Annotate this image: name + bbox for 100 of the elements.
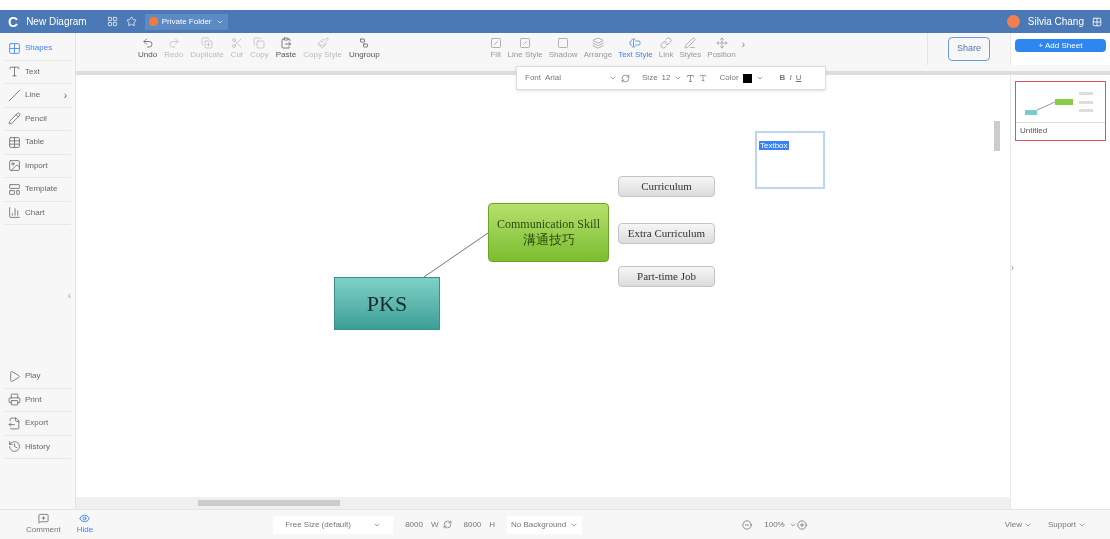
pencil-icon xyxy=(8,112,21,126)
clipboard-icon xyxy=(280,37,292,49)
subtopic-node: Part-time Job xyxy=(618,266,715,287)
bold-button[interactable]: B xyxy=(779,72,786,84)
logo[interactable]: C xyxy=(8,14,19,29)
caret-icon xyxy=(674,74,683,82)
toolbar-button[interactable]: Shadow xyxy=(548,37,578,61)
text-box[interactable]: Textbox xyxy=(755,131,825,189)
height-field[interactable]: 8000 xyxy=(463,518,482,531)
history-icon xyxy=(8,440,21,454)
shapes-icon xyxy=(8,41,21,55)
text-icon xyxy=(8,65,21,79)
pen-icon xyxy=(684,37,697,49)
width-label: W xyxy=(430,518,439,531)
support-menu[interactable]: Support xyxy=(1047,518,1086,531)
copy-icon xyxy=(253,37,266,49)
underline-button[interactable]: U xyxy=(795,72,802,84)
bar-chart-icon xyxy=(8,206,21,220)
sidebar-item[interactable]: Template xyxy=(4,178,71,202)
sidebar-item[interactable]: Pencil xyxy=(4,107,71,131)
italic-button[interactable]: I xyxy=(789,72,792,84)
sidebar-item[interactable]: Text xyxy=(4,60,71,84)
size-select[interactable]: Free Size (default) xyxy=(273,515,394,534)
folder-icon xyxy=(148,17,158,26)
table-icon xyxy=(8,135,21,149)
toolbar-button[interactable]: Undo xyxy=(138,37,158,61)
scissors-icon xyxy=(230,37,243,49)
node-subtitle: 溝通技巧 xyxy=(522,231,575,249)
caret-icon xyxy=(755,74,764,82)
sidebar-item[interactable]: Shapes xyxy=(4,37,71,61)
width-field[interactable]: 8000 xyxy=(405,518,423,531)
selected-text: Textbox xyxy=(759,141,789,150)
toolbar-button[interactable]: Ungroup xyxy=(348,37,380,61)
sidebar-item[interactable]: Play xyxy=(4,365,71,389)
zoom-out-icon[interactable] xyxy=(742,519,753,530)
sidebar-item[interactable]: Chart xyxy=(4,201,71,225)
share-button[interactable]: Share xyxy=(947,37,990,61)
toolbar-button[interactable]: Link xyxy=(658,37,674,61)
toolbar-button[interactable]: Line Style xyxy=(507,37,543,61)
sidebar-item[interactable]: Table xyxy=(4,131,71,155)
comment-icon xyxy=(37,513,49,524)
toolbar-button[interactable]: Paste xyxy=(275,37,297,61)
node-title: Communication Skill xyxy=(497,216,600,232)
font-label: Font xyxy=(525,72,541,84)
undo-icon xyxy=(141,37,154,49)
line-style-icon xyxy=(519,37,532,49)
background-select[interactable]: No Background xyxy=(507,515,583,534)
root-node: PKS xyxy=(334,277,440,330)
sidebar-item[interactable]: Import xyxy=(4,154,71,178)
submenu-arrow: › xyxy=(63,88,67,103)
play-icon xyxy=(8,369,21,383)
layers-icon xyxy=(591,37,604,49)
font-select[interactable]: Arial xyxy=(545,72,605,84)
sidebar-item[interactable]: Print xyxy=(4,388,71,412)
hide-button[interactable]: Hide xyxy=(76,513,94,536)
toolbar-button[interactable]: Fill xyxy=(489,37,502,61)
toolbar-button[interactable]: Styles xyxy=(679,37,702,61)
user-name[interactable]: Silvia Chang xyxy=(1027,14,1084,29)
view-menu[interactable]: View xyxy=(1004,518,1032,531)
swap-icon[interactable] xyxy=(442,520,452,529)
vertical-scrollbar xyxy=(994,121,1000,151)
collapse-arrow[interactable]: ‹ xyxy=(67,287,71,303)
sheet-thumbnail[interactable]: Untitled xyxy=(1015,81,1106,141)
toolbar-button[interactable]: Position xyxy=(707,37,736,61)
height-label: H xyxy=(489,518,496,531)
square-icon xyxy=(557,37,570,49)
zoom-in-icon[interactable] xyxy=(796,519,807,530)
sidebar-item[interactable]: Export xyxy=(4,412,71,436)
sheet-name: Untitled xyxy=(1016,122,1105,137)
redo-icon xyxy=(167,37,180,49)
comment-button[interactable]: Comment xyxy=(26,513,61,536)
eye-icon xyxy=(79,513,91,524)
paintbrush-icon xyxy=(316,37,329,49)
refresh-icon[interactable] xyxy=(621,73,630,83)
grid-icon[interactable] xyxy=(106,16,118,27)
size-label: Size xyxy=(642,72,658,84)
image-icon xyxy=(8,159,21,173)
position-icon xyxy=(715,37,728,49)
font-grow-icon[interactable] xyxy=(686,73,696,83)
toolbar-button[interactable]: Text Style xyxy=(618,37,653,61)
font-shrink-icon[interactable] xyxy=(699,74,708,82)
link-icon xyxy=(660,37,673,49)
diagram-title[interactable]: New Diagram xyxy=(26,14,87,29)
folder-button[interactable]: Private Folder xyxy=(144,13,228,30)
zoom-select[interactable]: 100% xyxy=(764,518,797,531)
avatar-icon[interactable] xyxy=(1006,15,1020,28)
sidebar-item[interactable]: Line › xyxy=(4,84,71,108)
add-sheet-button[interactable]: + Add Sheet xyxy=(1015,39,1106,52)
line-icon xyxy=(8,88,21,102)
star-icon[interactable] xyxy=(125,16,137,27)
more-arrow[interactable]: › xyxy=(741,37,746,61)
subtopic-node: Curriculum xyxy=(618,176,715,197)
size-select[interactable]: 12 xyxy=(661,72,671,84)
sidebar-item[interactable]: History xyxy=(4,435,71,459)
connector-line xyxy=(423,232,489,278)
template-icon xyxy=(8,182,21,196)
color-swatch[interactable] xyxy=(742,73,752,83)
toolbar-button[interactable]: Arrange xyxy=(583,37,613,61)
subtopic-node: Extra Curriculum xyxy=(618,223,715,244)
text-style-icon xyxy=(629,37,642,49)
